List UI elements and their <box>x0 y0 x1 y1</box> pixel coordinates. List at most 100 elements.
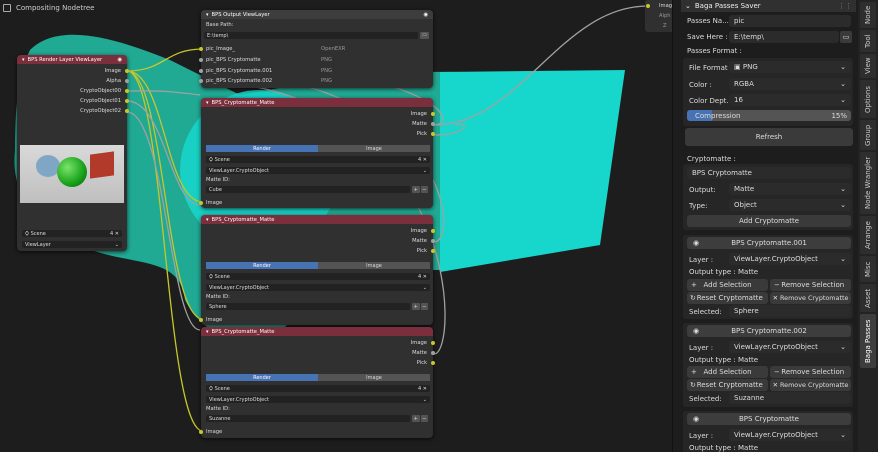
socket-out-crypto01[interactable] <box>125 99 129 103</box>
viewlayer-selector[interactable]: ViewLayer ⌄ <box>22 241 122 248</box>
socket-out-matte[interactable] <box>431 351 435 355</box>
scene-selector[interactable]: ⛭ Scene 4 ✕ <box>206 156 430 163</box>
layer-selector[interactable]: ViewLayer.CryptoObject ⌄ <box>206 284 430 291</box>
eye-icon[interactable]: ◉ <box>693 327 699 335</box>
node-header[interactable]: ▾ BPS_Cryptomatte_Matte <box>201 215 433 224</box>
plus-icon[interactable]: + <box>412 186 420 193</box>
layer-selector[interactable]: ViewLayer.CryptoObject ⌄ <box>206 396 430 403</box>
reset-cryptomatte-button[interactable]: ↻ Reset Cryptomatte <box>687 292 768 304</box>
color-dropdown[interactable]: RGBA ⌄ <box>729 78 851 90</box>
layer-dropdown[interactable]: ViewLayer.CryptoObject ⌄ <box>729 253 851 265</box>
add-remove-buttons[interactable]: + − <box>412 303 428 310</box>
node-header[interactable]: ▾ BPS_Cryptomatte_Matte <box>201 327 433 336</box>
collapse-icon[interactable]: ▾ <box>206 329 209 335</box>
socket-out-image[interactable] <box>125 69 129 73</box>
matte-id-field[interactable]: Suzanne <box>206 415 410 422</box>
remove-selection-button[interactable]: − Remove Selection <box>770 366 851 378</box>
socket-in-image[interactable] <box>199 47 203 51</box>
minus-icon[interactable]: − <box>420 415 428 422</box>
remove-selection-button[interactable]: − Remove Selection <box>770 279 851 291</box>
collapse-icon[interactable]: ▾ <box>22 57 25 63</box>
reset-cryptomatte-button[interactable]: ↻ Reset Cryptomatte <box>687 379 768 391</box>
socket-in-image[interactable] <box>646 4 650 8</box>
section-header-002[interactable]: ◉ BPS Cryptomatte.002 <box>687 325 851 337</box>
socket-out-image[interactable] <box>431 112 435 116</box>
type-dropdown[interactable]: Object ⌄ <box>729 199 851 211</box>
cryptomatte-node-cube[interactable]: ▾ BPS_Cryptomatte_Matte Image Matte Pick … <box>199 98 435 208</box>
panel-header[interactable]: ⌄ Baga Passes Saver ⋮⋮ <box>681 0 856 12</box>
file-output-node[interactable]: ▾ BPS Output ViewLayer ◉ Base Path: E:\tem… <box>199 10 433 88</box>
close-icon[interactable]: ✕ <box>115 231 119 237</box>
tab-asset[interactable]: Asset <box>860 284 876 312</box>
socket-out-crypto00[interactable] <box>125 89 129 93</box>
close-icon[interactable]: ✕ <box>423 274 427 280</box>
tab-render[interactable]: Render <box>206 262 318 269</box>
tab-view[interactable]: View <box>860 54 876 78</box>
tab-image[interactable]: Image <box>318 262 430 269</box>
close-icon[interactable]: ✕ <box>423 386 427 392</box>
plus-icon[interactable]: + <box>412 415 420 422</box>
node-header[interactable]: ▾ BPS Output ViewLayer ◉ <box>201 10 433 19</box>
drag-handle-icon[interactable]: ⋮⋮ <box>838 2 852 10</box>
socket-in-crypto001[interactable] <box>199 69 203 73</box>
viewer-node[interactable]: Image Alph Z <box>645 0 672 32</box>
close-icon[interactable]: ✕ <box>423 157 427 163</box>
add-cryptomatte-button[interactable]: Add Cryptomatte <box>687 215 851 227</box>
socket-out-alpha[interactable] <box>125 79 129 83</box>
crypto-name-field[interactable]: BPS Cryptomatte <box>687 167 851 179</box>
matte-id-field[interactable]: Sphere <box>206 303 410 310</box>
socket-in-crypto[interactable] <box>199 58 203 62</box>
render-layer-node[interactable]: ▾ BPS Render Layer ViewLayer ◉ Image Alpha… <box>17 55 129 251</box>
tab-group[interactable]: Group <box>860 120 876 150</box>
tab-image[interactable]: Image <box>318 374 430 381</box>
minus-icon[interactable]: − <box>420 186 428 193</box>
node-header[interactable]: ▾ BPS_Cryptomatte_Matte <box>201 98 433 107</box>
socket-out-image[interactable] <box>431 341 435 345</box>
scene-selector[interactable]: ⛭ Scene 4 ✕ <box>206 273 430 280</box>
cryptomatte-node-suzanne[interactable]: ▾ BPS_Cryptomatte_Matte Image Matte Pick … <box>199 327 435 438</box>
socket-out-matte[interactable] <box>431 122 435 126</box>
tab-tool[interactable]: Tool <box>860 30 876 52</box>
output-dropdown[interactable]: Matte ⌄ <box>729 183 851 195</box>
tab-render[interactable]: Render <box>206 145 318 152</box>
socket-out-pick[interactable] <box>431 249 435 253</box>
socket-out-image[interactable] <box>431 229 435 233</box>
socket-in-image[interactable] <box>199 430 203 434</box>
tab-arrange[interactable]: Arrange <box>860 216 876 254</box>
node-header[interactable]: ▾ BPS Render Layer ViewLayer ◉ <box>17 55 127 64</box>
remove-cryptomatte-button[interactable]: ✕ Remove Cryptomatte <box>770 379 851 391</box>
collapse-icon[interactable]: ▾ <box>206 12 209 18</box>
folder-icon[interactable]: ▭ <box>840 31 852 43</box>
section-header-003[interactable]: ◉ BPS Cryptomatte <box>687 413 851 425</box>
layer-dropdown[interactable]: ViewLayer.CryptoObject ⌄ <box>729 429 851 441</box>
folder-icon[interactable]: ▭ <box>420 32 429 39</box>
socket-out-crypto02[interactable] <box>125 109 129 113</box>
color-depth-dropdown[interactable]: 16 ⌄ <box>729 94 851 106</box>
add-remove-buttons[interactable]: + − <box>412 415 428 422</box>
tab-node-wrangler[interactable]: Node Wrangler <box>860 152 876 214</box>
scene-selector[interactable]: ⛭ Scene 4 ✕ <box>22 230 122 237</box>
file-format-dropdown[interactable]: ▣ PNG ⌄ <box>729 61 851 73</box>
matte-id-field[interactable]: Cube <box>206 186 410 193</box>
remove-cryptomatte-button[interactable]: ✕ Remove Cryptomatte <box>770 292 851 304</box>
refresh-button[interactable]: Refresh <box>685 128 853 146</box>
passes-name-field[interactable]: pic <box>729 15 851 27</box>
socket-in-crypto002[interactable] <box>199 79 203 83</box>
minus-icon[interactable]: − <box>420 303 428 310</box>
tab-node[interactable]: Node <box>860 2 876 28</box>
add-selection-button[interactable]: + Add Selection <box>687 366 768 378</box>
tab-render[interactable]: Render <box>206 374 318 381</box>
tab-baga-passes[interactable]: Baga Passes <box>860 314 876 368</box>
collapse-icon[interactable]: ▾ <box>206 217 209 223</box>
tab-image[interactable]: Image <box>318 145 430 152</box>
node-editor[interactable]: Compositing Nodetree ▾ BPS Render Layer V… <box>0 0 672 452</box>
save-here-field[interactable]: E:\temp\ <box>729 31 839 43</box>
collapse-icon[interactable]: ▾ <box>206 100 209 106</box>
socket-out-pick[interactable] <box>431 132 435 136</box>
add-selection-button[interactable]: + Add Selection <box>687 279 768 291</box>
layer-selector[interactable]: ViewLayer.CryptoObject ⌄ <box>206 167 430 174</box>
source-tabs[interactable]: Render Image <box>206 262 430 269</box>
editor-type-icon[interactable] <box>3 4 11 12</box>
section-header-001[interactable]: ◉ BPS Cryptomatte.001 <box>687 237 851 249</box>
compression-slider[interactable]: Compression 15% <box>687 110 851 121</box>
